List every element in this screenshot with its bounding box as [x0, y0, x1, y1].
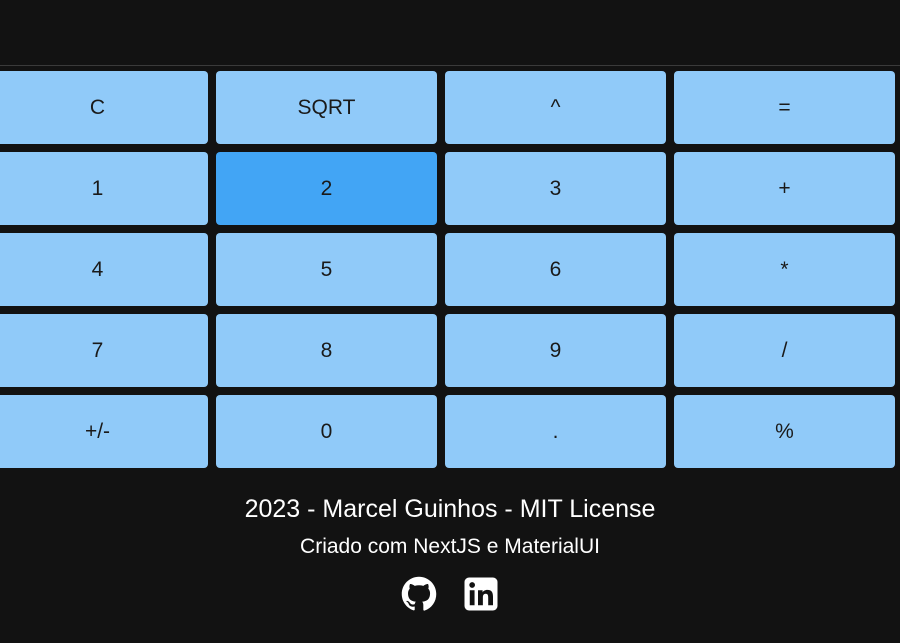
key-7[interactable]: 7: [0, 314, 208, 387]
key-plus[interactable]: +: [674, 152, 895, 225]
key-8[interactable]: 8: [216, 314, 437, 387]
footer-built-with: Criado com NextJS e MaterialUI: [300, 535, 600, 558]
keypad: C SQRT ^ = 1 2 3 + 4 5 6 * 7 8 9 / +/- 0…: [0, 71, 895, 468]
key-negate[interactable]: +/-: [0, 395, 208, 468]
key-clear[interactable]: C: [0, 71, 208, 144]
key-multiply[interactable]: *: [674, 233, 895, 306]
key-power[interactable]: ^: [445, 71, 666, 144]
github-link[interactable]: [401, 576, 437, 612]
key-6[interactable]: 6: [445, 233, 666, 306]
key-3[interactable]: 3: [445, 152, 666, 225]
key-equals[interactable]: =: [674, 71, 895, 144]
calculator-app: C SQRT ^ = 1 2 3 + 4 5 6 * 7 8 9 / +/- 0…: [0, 0, 900, 643]
key-percent[interactable]: %: [674, 395, 895, 468]
linkedin-link[interactable]: [463, 576, 499, 612]
key-sqrt[interactable]: SQRT: [216, 71, 437, 144]
key-5[interactable]: 5: [216, 233, 437, 306]
key-2[interactable]: 2: [216, 152, 437, 225]
linkedin-icon: [464, 577, 498, 611]
key-4[interactable]: 4: [0, 233, 208, 306]
social-links: [0, 576, 900, 612]
github-icon: [401, 576, 437, 611]
footer: 2023 - Marcel Guinhos - MIT License Cria…: [0, 480, 900, 612]
key-9[interactable]: 9: [445, 314, 666, 387]
calculator-display: [0, 0, 900, 66]
key-divide[interactable]: /: [674, 314, 895, 387]
key-decimal[interactable]: .: [445, 395, 666, 468]
footer-credits: 2023 - Marcel Guinhos - MIT License: [244, 495, 656, 523]
key-1[interactable]: 1: [0, 152, 208, 225]
key-0[interactable]: 0: [216, 395, 437, 468]
